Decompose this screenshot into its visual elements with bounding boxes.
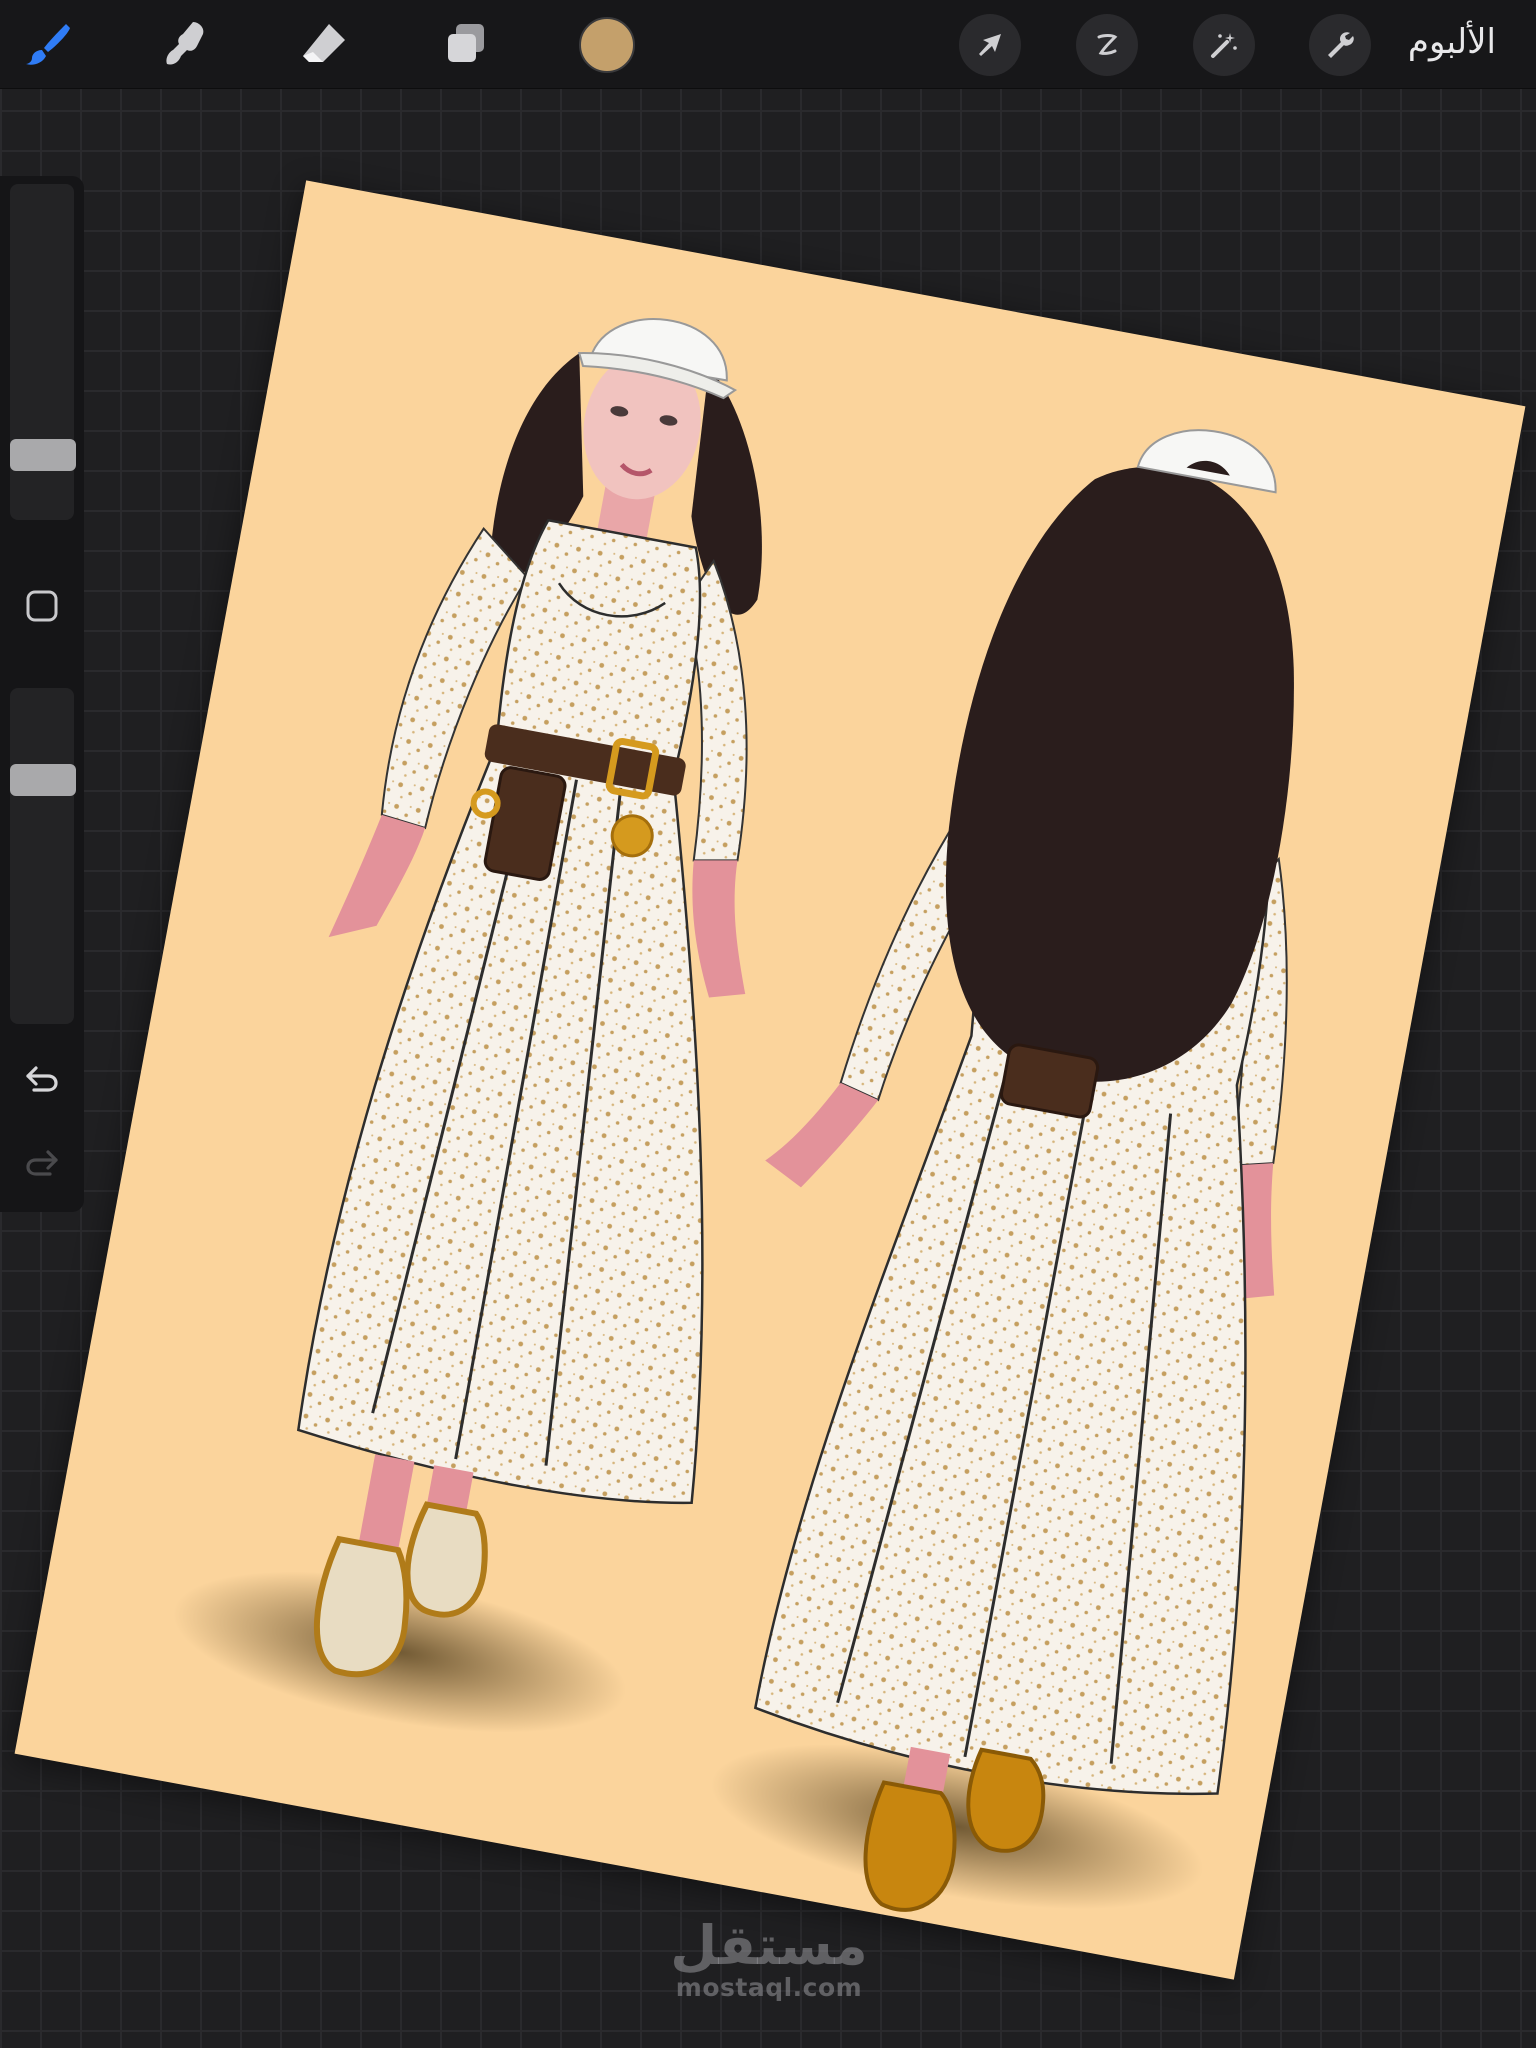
smudge-icon [166, 22, 204, 65]
modify-button[interactable] [14, 578, 70, 634]
front-figure [173, 318, 762, 1733]
fashion-illustration [173, 318, 1294, 1912]
gallery-button[interactable]: الألبوم [1408, 22, 1496, 62]
left-sidebar [0, 176, 84, 1212]
brush-icon [26, 24, 70, 65]
adjustments-wand-icon [1211, 33, 1237, 58]
selection-button[interactable] [1076, 14, 1138, 76]
eraser-tool-button[interactable] [295, 14, 355, 74]
drawing-canvas[interactable] [14, 180, 1526, 1980]
procreate-workspace: الألبوم مستقل mostaql.com [0, 0, 1536, 2048]
transform-button[interactable] [959, 14, 1021, 76]
mostaql-watermark: مستقل mostaql.com [664, 1918, 874, 2002]
adjustments-button[interactable] [1193, 14, 1255, 76]
redo-icon [26, 1150, 58, 1176]
watermark-main-text: مستقل [670, 1914, 868, 1977]
back-figure [710, 429, 1294, 1912]
redo-button[interactable] [14, 1134, 70, 1190]
actions-button[interactable] [1309, 14, 1371, 76]
settings-wrench-icon [1328, 32, 1354, 58]
brush-size-thumb[interactable] [10, 439, 76, 471]
layers-icon [448, 24, 484, 62]
color-picker-button[interactable] [579, 17, 635, 73]
smudge-tool-button[interactable] [155, 14, 215, 74]
opacity-slider[interactable] [10, 688, 76, 1024]
watermark-sub-text: mostaql.com [675, 1973, 863, 2002]
undo-icon [26, 1066, 58, 1092]
brush-tool-button[interactable] [18, 14, 78, 74]
opacity-thumb[interactable] [10, 764, 76, 796]
eraser-icon [303, 24, 345, 62]
selection-icon [1097, 34, 1118, 55]
undo-button[interactable] [14, 1050, 70, 1106]
layers-tool-button[interactable] [436, 14, 496, 74]
modify-square-icon [26, 590, 58, 622]
brush-size-slider[interactable] [10, 184, 76, 520]
top-toolbar: الألبوم [0, 0, 1536, 89]
transform-arrow-icon [979, 34, 1001, 56]
